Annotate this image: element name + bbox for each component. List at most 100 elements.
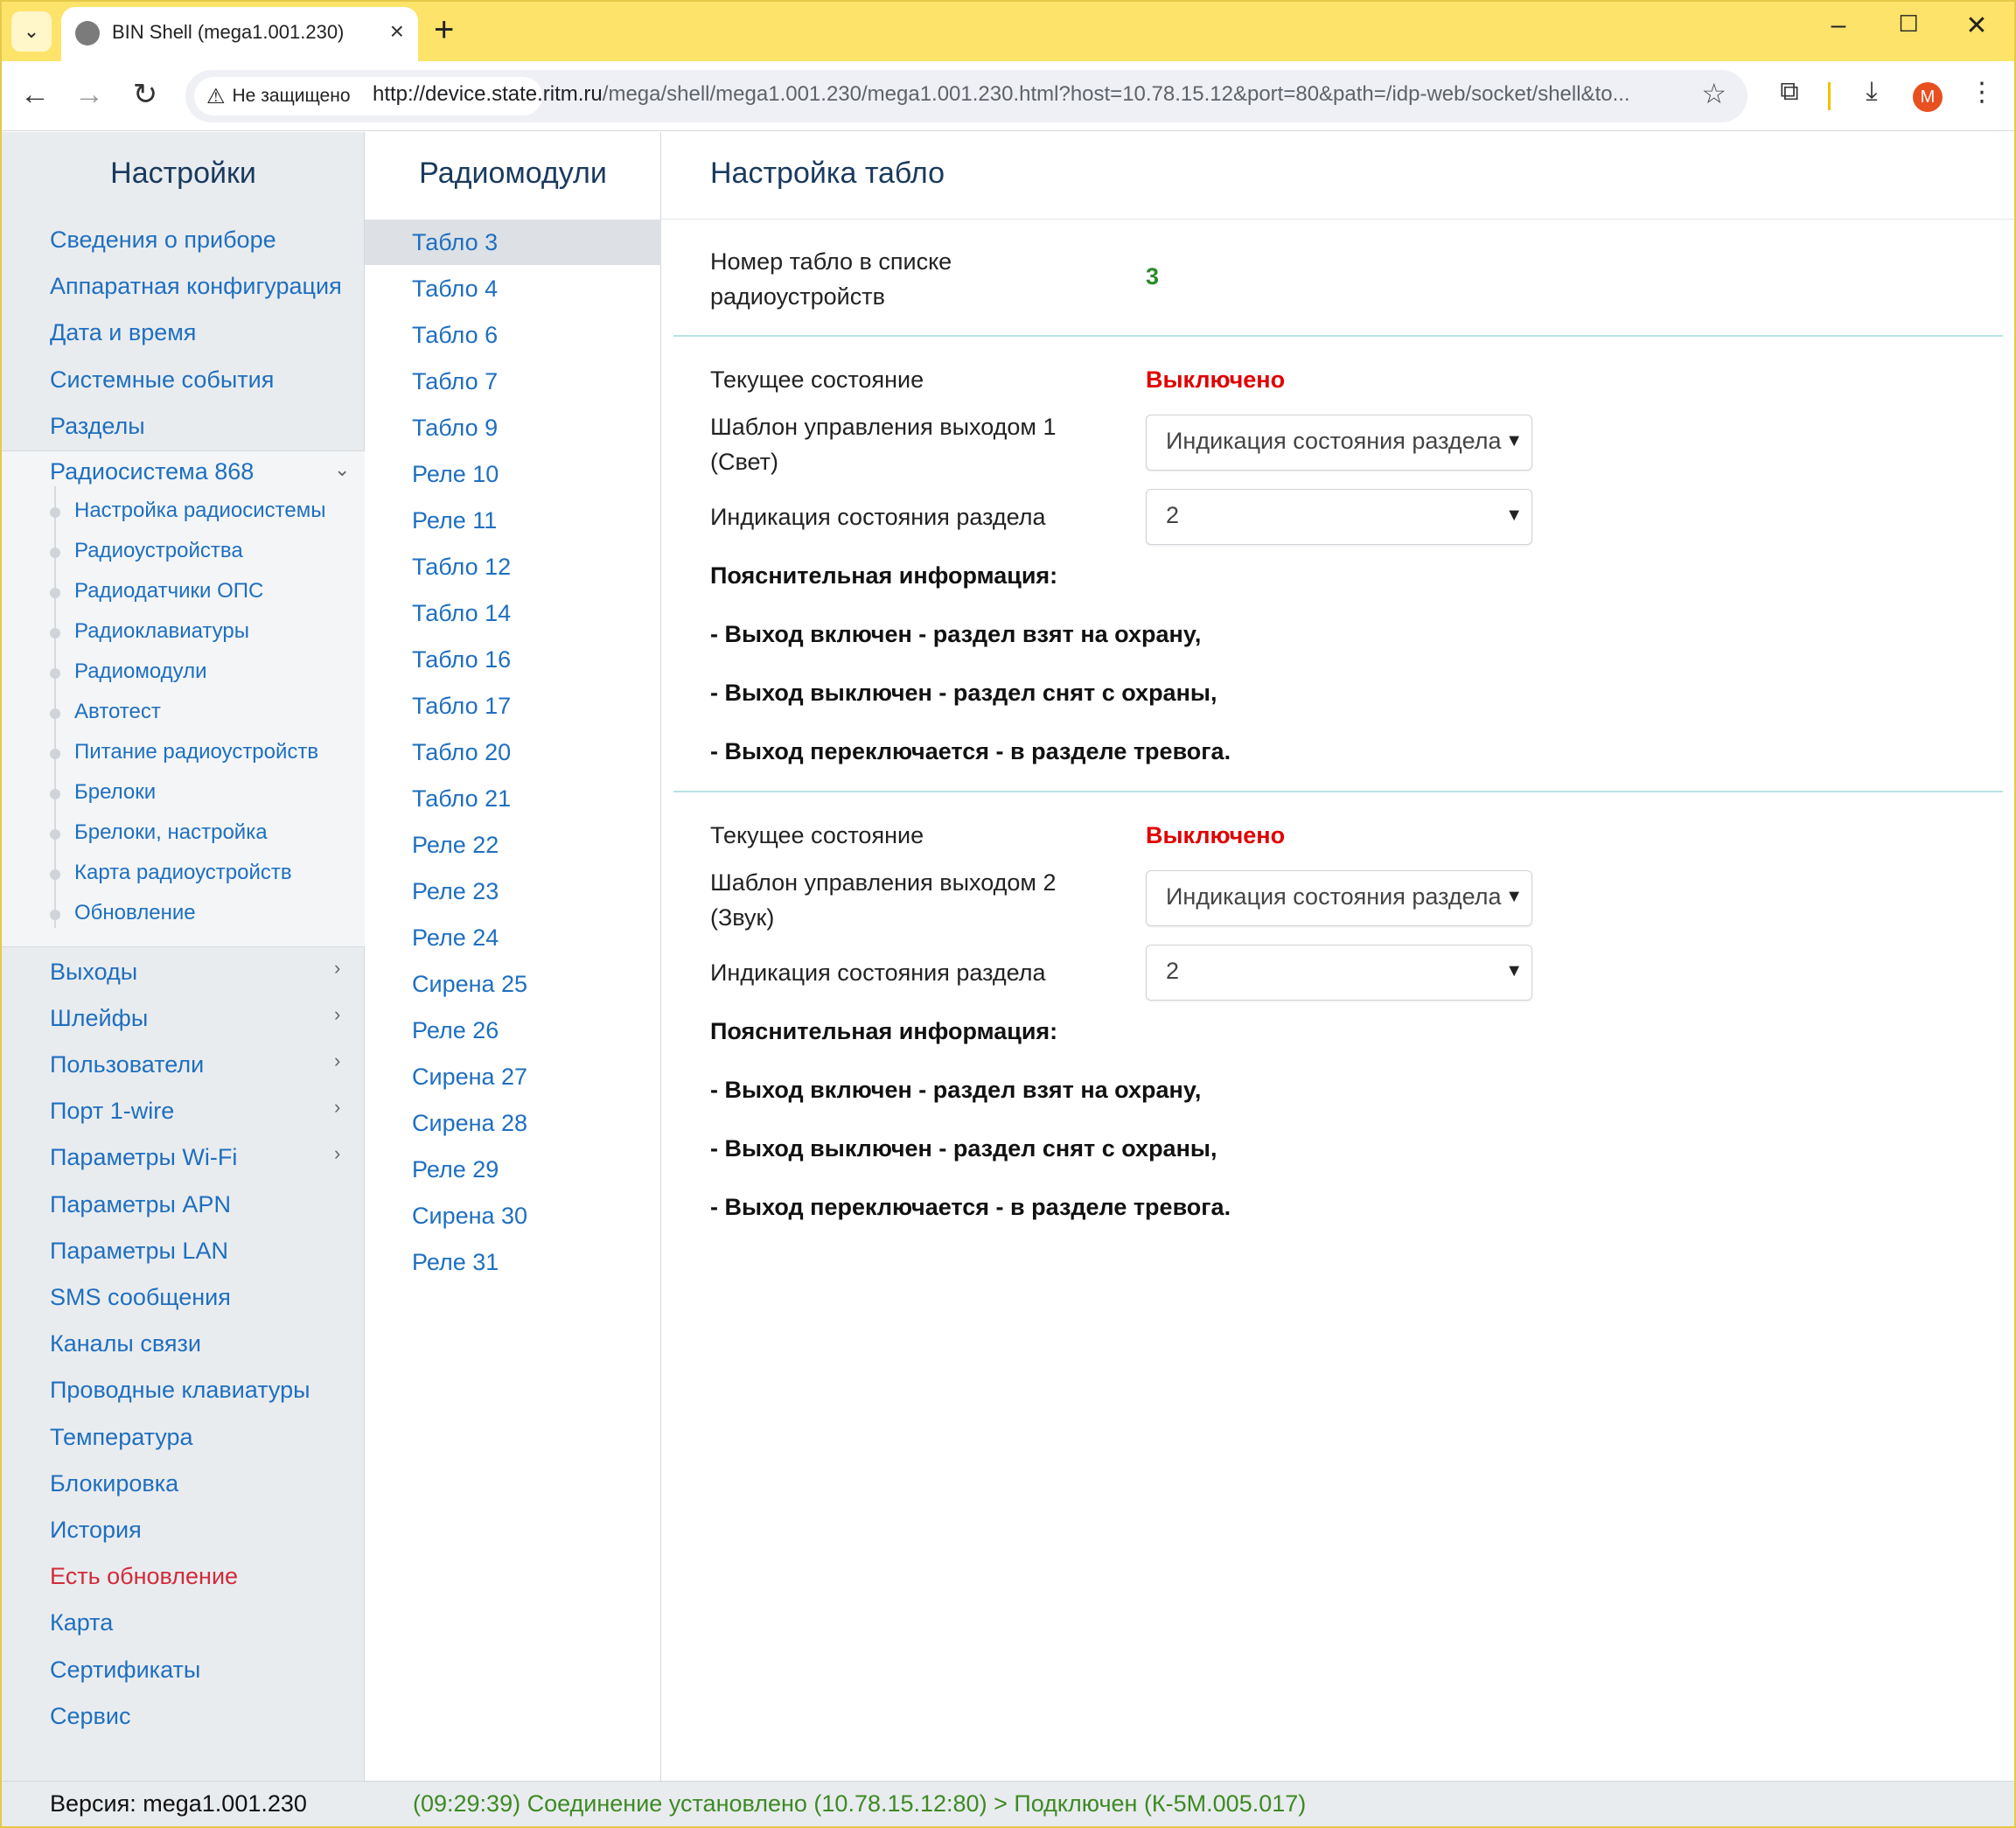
module-item[interactable]: Реле 11 (365, 498, 661, 543)
sidebar-item-1wire[interactable]: Порт 1-wire (50, 1098, 174, 1125)
module-item[interactable]: Реле 24 (365, 915, 661, 960)
maximize-icon[interactable]: ☐ (1891, 10, 1926, 38)
sub-item-update[interactable]: Обновление (74, 901, 196, 925)
bullet-dot (50, 628, 60, 638)
version-label: Версия: mega1.001.230 (50, 1790, 307, 1817)
module-item[interactable]: Табло 3 (365, 220, 661, 265)
address-bar[interactable]: ⚠ Не защищено http://device.state.ritm.r… (185, 70, 1747, 122)
sub-item-keyfobs[interactable]: Брелоки (74, 780, 156, 805)
kebab-menu-icon[interactable]: ⋮ (1963, 77, 2001, 108)
sidebar-item-wired-keypads[interactable]: Проводные клавиатуры (50, 1377, 310, 1404)
app-root: Настройки Сведения о приборе Аппаратная … (2, 132, 2014, 1826)
sidebar-item-service[interactable]: Сервис (50, 1703, 130, 1730)
url-text[interactable]: http://device.state.ritm.ru/mega/shell/m… (373, 82, 1667, 107)
sidebar-item-lan[interactable]: Параметры LAN (50, 1238, 228, 1265)
module-item[interactable]: Сирена 28 (365, 1100, 661, 1146)
module-item[interactable]: Сирена 27 (365, 1054, 661, 1099)
select-value: Индикация состояния раздела (1166, 428, 1502, 454)
module-item[interactable]: Реле 31 (365, 1239, 661, 1285)
sidebar-item-outputs[interactable]: Выходы (50, 959, 137, 986)
star-icon[interactable]: ☆ (1701, 77, 1727, 110)
sidebar-item-lock[interactable]: Блокировка (50, 1470, 178, 1497)
url-path: /mega/shell/mega1.001.230/mega1.001.230.… (602, 82, 1630, 106)
sub-item-radio-sensors[interactable]: Радиодатчики ОПС (74, 579, 263, 604)
sub-item-radio-modules[interactable]: Радиомодули (74, 659, 207, 684)
sidebar-item-hardware[interactable]: Аппаратная конфигурация (50, 273, 342, 300)
sub-item-radio-setup[interactable]: Настройка радиосистемы (74, 499, 326, 523)
sidebar-item-temperature[interactable]: Температура (50, 1424, 193, 1451)
plus-icon[interactable]: + (434, 10, 454, 49)
arrow-right-icon[interactable]: → (70, 77, 108, 112)
chevron-right-icon[interactable]: › (334, 1142, 340, 1165)
sidebar-item-wifi[interactable]: Параметры Wi-Fi (50, 1144, 237, 1171)
avatar[interactable]: M (1913, 82, 1943, 112)
sub-item-radio-devices[interactable]: Радиоустройства (74, 539, 243, 563)
sidebar-item-device-info[interactable]: Сведения о приборе (50, 227, 276, 254)
module-item[interactable]: Реле 23 (365, 869, 661, 914)
module-item[interactable]: Табло 21 (365, 776, 661, 821)
partition-select[interactable]: 2 ▼ (1146, 945, 1532, 1001)
sidebar-item-loops[interactable]: Шлейфы (50, 1005, 148, 1032)
module-item[interactable]: Сирена 30 (365, 1193, 661, 1238)
sidebar-item-datetime[interactable]: Дата и время (50, 319, 196, 346)
sidebar-item-update-available[interactable]: Есть обновление (50, 1563, 238, 1590)
caret-down-icon: ▼ (1505, 887, 1523, 906)
module-item[interactable]: Табло 7 (365, 359, 661, 404)
close-icon[interactable]: ✕ (1959, 10, 1994, 41)
arrow-left-icon[interactable]: ← (16, 77, 54, 112)
sidebar-item-partitions[interactable]: Разделы (50, 413, 145, 440)
state-label: Текущее состояние (710, 366, 924, 393)
chevron-right-icon[interactable]: › (334, 1050, 340, 1072)
close-icon[interactable]: × (390, 17, 404, 45)
sidebar-item-system-events[interactable]: Системные события (50, 366, 274, 394)
module-item[interactable]: Сирена 25 (365, 961, 661, 1007)
sidebar-item-history[interactable]: История (50, 1517, 142, 1544)
tab-title: BIN Shell (mega1.001.230) (112, 21, 345, 43)
sidebar-item-users[interactable]: Пользователи (50, 1051, 204, 1078)
template-select[interactable]: Индикация состояния раздела ▼ (1146, 870, 1532, 926)
sidebar-item-radio-system[interactable]: Радиосистема 868 (50, 458, 254, 485)
sub-item-autotest[interactable]: Автотест (74, 700, 161, 724)
module-item[interactable]: Табло 6 (365, 312, 661, 358)
module-item[interactable]: Табло 20 (365, 729, 661, 775)
module-item[interactable]: Реле 26 (365, 1008, 661, 1053)
module-item[interactable]: Табло 9 (365, 405, 661, 450)
module-item[interactable]: Реле 22 (365, 822, 661, 868)
puzzle-icon[interactable]: ⧉ (1770, 77, 1809, 107)
radio-submenu: Радиосистема 868 ⌄ Настройка радиосистем… (2, 450, 365, 947)
state-value: Выключено (1146, 366, 1286, 393)
number-label: Номер табло в списке радиоустройств (710, 248, 952, 310)
select-value: Индикация состояния раздела (1166, 883, 1502, 910)
module-item[interactable]: Табло 16 (365, 637, 661, 682)
module-item[interactable]: Реле 29 (365, 1147, 661, 1192)
partition-select[interactable]: 2 ▼ (1146, 489, 1532, 545)
module-item[interactable]: Табло 17 (365, 683, 661, 729)
chevron-right-icon[interactable]: › (334, 1003, 340, 1026)
sidebar-item-channels[interactable]: Каналы связи (50, 1330, 201, 1357)
chevron-down-icon[interactable]: ⌄ (334, 458, 350, 481)
reload-icon[interactable]: ↻ (126, 77, 164, 112)
sub-item-radio-map[interactable]: Карта радиоустройств (74, 861, 292, 885)
sub-item-power[interactable]: Питание радиоустройств (74, 740, 318, 764)
template-select[interactable]: Индикация состояния раздела ▼ (1146, 415, 1532, 471)
caret-down-icon: ▼ (1505, 961, 1523, 980)
chevron-right-icon[interactable]: › (334, 957, 340, 980)
sidebar-item-apn[interactable]: Параметры APN (50, 1191, 231, 1218)
sidebar-item-map[interactable]: Карта (50, 1609, 113, 1636)
sidebar-item-certificates[interactable]: Сертификаты (50, 1657, 200, 1684)
browser-tab[interactable]: BIN Shell (mega1.001.230) × (61, 7, 418, 61)
template-label: Шаблон управления выходом 1 (Свет) (710, 414, 1057, 475)
module-item[interactable]: Табло 4 (365, 266, 661, 311)
info-line: - Выход выключен - раздел снят с охраны, (710, 680, 1217, 706)
module-item[interactable]: Реле 10 (365, 451, 661, 497)
minimize-icon[interactable]: – (1821, 10, 1856, 40)
sub-item-keyfobs-setup[interactable]: Брелоки, настройка (74, 820, 268, 845)
module-item[interactable]: Табло 14 (365, 590, 661, 636)
chevron-right-icon[interactable]: › (334, 1096, 340, 1119)
module-item[interactable]: Табло 12 (365, 544, 661, 590)
chevron-down-icon[interactable]: ⌄ (11, 11, 52, 52)
info-line: - Выход включен - раздел взят на охрану, (710, 621, 1202, 647)
sub-item-radio-keypads[interactable]: Радиоклавиатуры (74, 619, 249, 644)
sidebar-item-sms[interactable]: SMS сообщения (50, 1284, 231, 1311)
download-icon[interactable]: ⤓ (1852, 77, 1891, 107)
